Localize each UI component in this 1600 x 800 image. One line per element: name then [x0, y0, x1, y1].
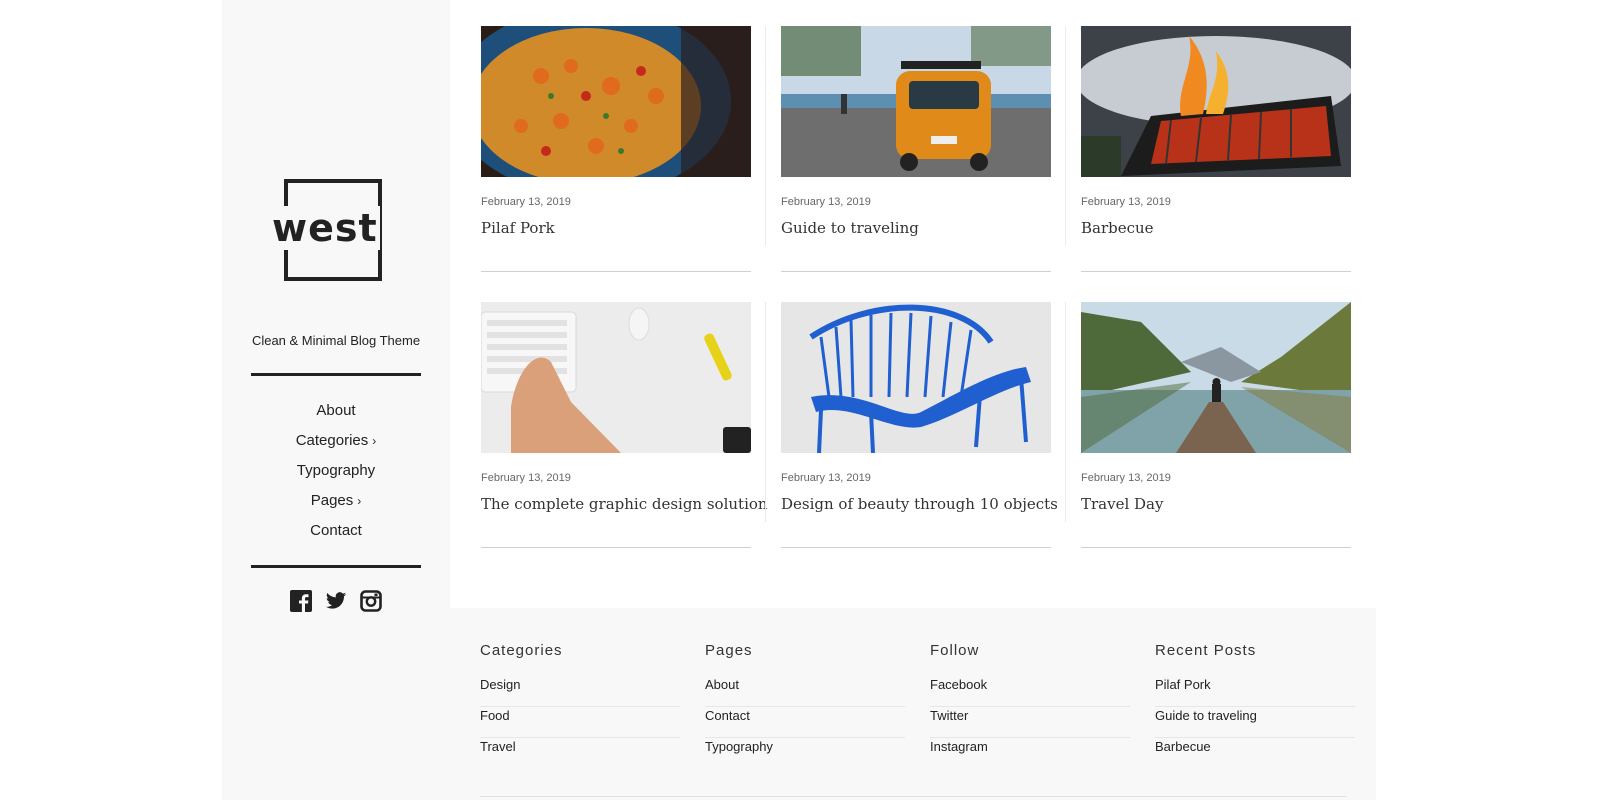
post-date: February 13, 2019: [781, 472, 871, 484]
post-title[interactable]: Barbecue: [1081, 219, 1154, 237]
post-title[interactable]: The complete graphic design solution: [481, 495, 768, 513]
post-title[interactable]: Pilaf Pork: [481, 219, 555, 237]
post-image-keyboard[interactable]: [481, 302, 751, 453]
column-separator: [765, 302, 766, 522]
footer-link[interactable]: Twitter: [930, 707, 1130, 738]
sidebar-divider-bottom: [251, 565, 421, 568]
nav-item-categories[interactable]: Categories ›: [222, 430, 450, 460]
footer-divider: [480, 796, 1346, 797]
footer-link[interactable]: Barbecue: [1155, 738, 1355, 769]
post-title[interactable]: Guide to traveling: [781, 219, 919, 237]
chevron-right-icon: ›: [357, 494, 362, 508]
site-tagline: Clean & Minimal Blog Theme: [251, 333, 421, 348]
post-title[interactable]: Design of beauty through 10 objects: [781, 495, 1058, 513]
facebook-icon[interactable]: [290, 590, 312, 612]
column-separator: [765, 26, 766, 246]
footer-link[interactable]: Facebook: [930, 676, 1130, 707]
card-divider: [781, 271, 1051, 272]
card-divider: [1081, 547, 1351, 548]
sidebar: west Clean & Minimal Blog Theme About Ca…: [222, 0, 450, 800]
social-links: [222, 590, 450, 612]
sidebar-divider-top: [251, 373, 421, 376]
footer-heading: Recent Posts: [1155, 642, 1257, 659]
post-image-van[interactable]: [781, 26, 1051, 177]
post-title[interactable]: Travel Day: [1081, 495, 1163, 513]
card-divider: [1081, 271, 1351, 272]
card-divider: [481, 547, 751, 548]
nav-item-typography[interactable]: Typography: [222, 460, 450, 490]
footer-heading: Follow: [930, 642, 980, 659]
chevron-right-icon: ›: [372, 434, 377, 448]
card-divider: [481, 271, 751, 272]
post-image-barbecue[interactable]: [1081, 26, 1351, 177]
post-date: February 13, 2019: [1081, 472, 1171, 484]
column-separator: [1065, 302, 1066, 522]
footer-link[interactable]: Design: [480, 676, 680, 707]
sidebar-nav: About Categories › Typography Pages › Cont…: [222, 400, 450, 550]
footer-link[interactable]: Travel: [480, 738, 680, 769]
footer-heading: Categories: [480, 642, 563, 659]
footer-link[interactable]: Guide to traveling: [1155, 707, 1355, 738]
footer-link[interactable]: Instagram: [930, 738, 1130, 769]
logo-text: west: [270, 206, 380, 250]
site-logo[interactable]: west: [270, 174, 382, 286]
twitter-icon[interactable]: [325, 590, 347, 612]
instagram-icon[interactable]: [360, 590, 382, 612]
footer-heading: Pages: [705, 642, 753, 659]
footer-link[interactable]: Typography: [705, 738, 905, 769]
nav-item-contact[interactable]: Contact: [222, 520, 450, 550]
post-date: February 13, 2019: [781, 196, 871, 208]
site-footer: Categories Design Food Travel Pages Abou…: [450, 608, 1376, 800]
post-image-paella[interactable]: [481, 26, 751, 177]
post-image-chair[interactable]: [781, 302, 1051, 453]
post-date: February 13, 2019: [1081, 196, 1171, 208]
card-divider: [781, 547, 1051, 548]
column-separator: [1065, 26, 1066, 246]
post-date: February 13, 2019: [481, 196, 571, 208]
post-image-lake[interactable]: [1081, 302, 1351, 453]
footer-link[interactable]: Food: [480, 707, 680, 738]
footer-link[interactable]: About: [705, 676, 905, 707]
nav-item-about[interactable]: About: [222, 400, 450, 430]
footer-link[interactable]: Pilaf Pork: [1155, 676, 1355, 707]
footer-link[interactable]: Contact: [705, 707, 905, 738]
post-date: February 13, 2019: [481, 472, 571, 484]
nav-item-pages[interactable]: Pages ›: [222, 490, 450, 520]
